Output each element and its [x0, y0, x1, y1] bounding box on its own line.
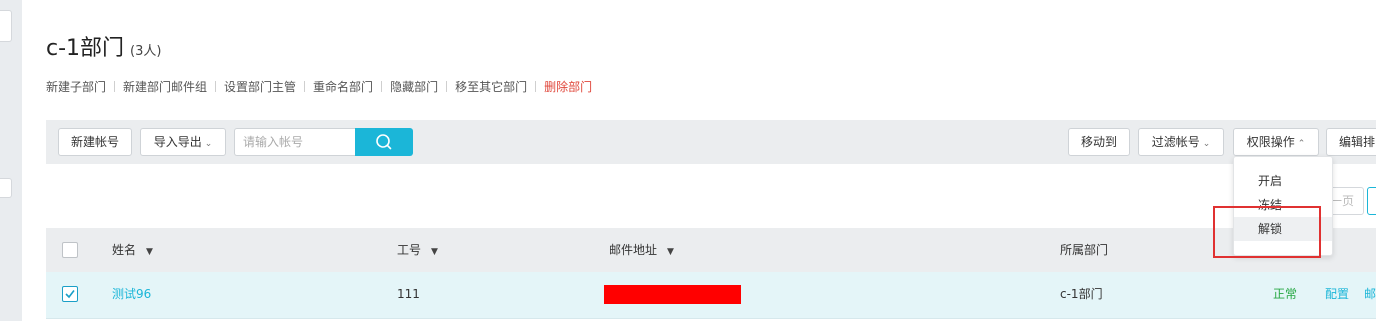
select-all-checkbox[interactable] — [62, 242, 78, 258]
permission-ops-button[interactable]: 权限操作 ⌃ — [1233, 128, 1319, 156]
search-button[interactable] — [355, 128, 413, 156]
mail-link[interactable]: 邮件 — [1364, 272, 1376, 316]
column-header-email[interactable]: 邮件地址 ▼ — [609, 228, 674, 274]
move-dept-link[interactable]: 移至其它部门 — [455, 80, 527, 94]
move-to-label: 移动到 — [1080, 135, 1117, 149]
page-title: c-1部门 (3人) — [46, 30, 161, 62]
chevron-up-icon: ⌃ — [1297, 139, 1306, 149]
column-header-employee-id[interactable]: 工号 ▼ — [397, 228, 438, 274]
left-rail — [0, 0, 22, 321]
divider — [114, 81, 116, 92]
new-mail-group-link[interactable]: 新建部门邮件组 — [123, 80, 207, 94]
dept-action-bar: 新建子部门 新建部门邮件组 设置部门主管 重命名部门 隐藏部门 移至其它部门 删除部门 — [46, 78, 592, 95]
permission-ops-label: 权限操作 — [1246, 135, 1295, 149]
divider — [215, 81, 217, 92]
delete-dept-link[interactable]: 删除部门 — [544, 80, 592, 94]
edit-sort-button[interactable]: 编辑排 — [1326, 128, 1376, 156]
email-redaction — [604, 285, 741, 304]
row-checkbox[interactable] — [62, 286, 78, 302]
new-account-label: 新建帐号 — [70, 135, 119, 149]
column-header-department: 所属部门 — [1060, 228, 1108, 272]
prev-page-label: 一页 — [1329, 194, 1354, 208]
user-name-link[interactable]: 测试96 — [112, 272, 151, 316]
rail-tree-item[interactable] — [0, 178, 12, 198]
employee-id-cell: 111 — [397, 287, 420, 301]
chevron-down-icon: ⌄ — [204, 139, 213, 149]
divider — [381, 81, 383, 92]
check-icon — [65, 290, 75, 299]
annotation-highlight-box — [1213, 206, 1321, 258]
column-label: 所属部门 — [1060, 243, 1109, 257]
move-to-button[interactable]: 移动到 — [1068, 128, 1130, 156]
set-manager-link[interactable]: 设置部门主管 — [224, 80, 296, 94]
search-input[interactable] — [234, 128, 356, 156]
import-export-label: 导入导出 — [153, 135, 202, 149]
status-badge: 正常 — [1273, 287, 1298, 301]
new-sub-dept-link[interactable]: 新建子部门 — [46, 80, 106, 94]
column-label: 工号 — [397, 243, 422, 257]
next-page-button[interactable] — [1367, 187, 1376, 215]
edit-sort-label: 编辑排 — [1339, 135, 1376, 149]
sort-down-icon: ▼ — [146, 247, 153, 257]
search-icon — [376, 134, 392, 150]
department-cell: c-1部门 — [1060, 287, 1103, 301]
dept-name: c-1部门 — [46, 36, 125, 61]
table-row[interactable]: 测试96 111 c-1部门 正常 配置 邮件 — [46, 272, 1376, 319]
chevron-down-icon: ⌄ — [1202, 139, 1211, 149]
toolbar: 新建帐号 导入导出⌄ 移动到 过滤帐号⌄ 权限操作⌃ 编辑排 — [46, 120, 1376, 164]
divider — [304, 81, 306, 92]
column-label: 姓名 — [112, 243, 137, 257]
rail-collapse-handle[interactable] — [0, 10, 12, 42]
member-count: (3人) — [130, 44, 162, 59]
rename-dept-link[interactable]: 重命名部门 — [313, 80, 373, 94]
filter-account-button[interactable]: 过滤帐号 ⌄ — [1138, 128, 1224, 156]
filter-account-label: 过滤帐号 — [1151, 135, 1200, 149]
new-account-button[interactable]: 新建帐号 — [58, 128, 132, 156]
column-label: 邮件地址 — [609, 243, 658, 257]
divider — [446, 81, 448, 92]
menu-item-enable[interactable]: 开启 — [1234, 169, 1332, 193]
config-link[interactable]: 配置 — [1325, 272, 1349, 316]
column-header-name[interactable]: 姓名 ▼ — [112, 228, 153, 274]
import-export-button[interactable]: 导入导出 ⌄ — [140, 128, 226, 156]
divider — [535, 81, 537, 92]
table-header: 姓名 ▼ 工号 ▼ 邮件地址 ▼ 所属部门 — [46, 228, 1376, 272]
sort-down-icon: ▼ — [667, 247, 674, 257]
hide-dept-link[interactable]: 隐藏部门 — [390, 80, 438, 94]
sort-down-icon: ▼ — [431, 247, 438, 257]
